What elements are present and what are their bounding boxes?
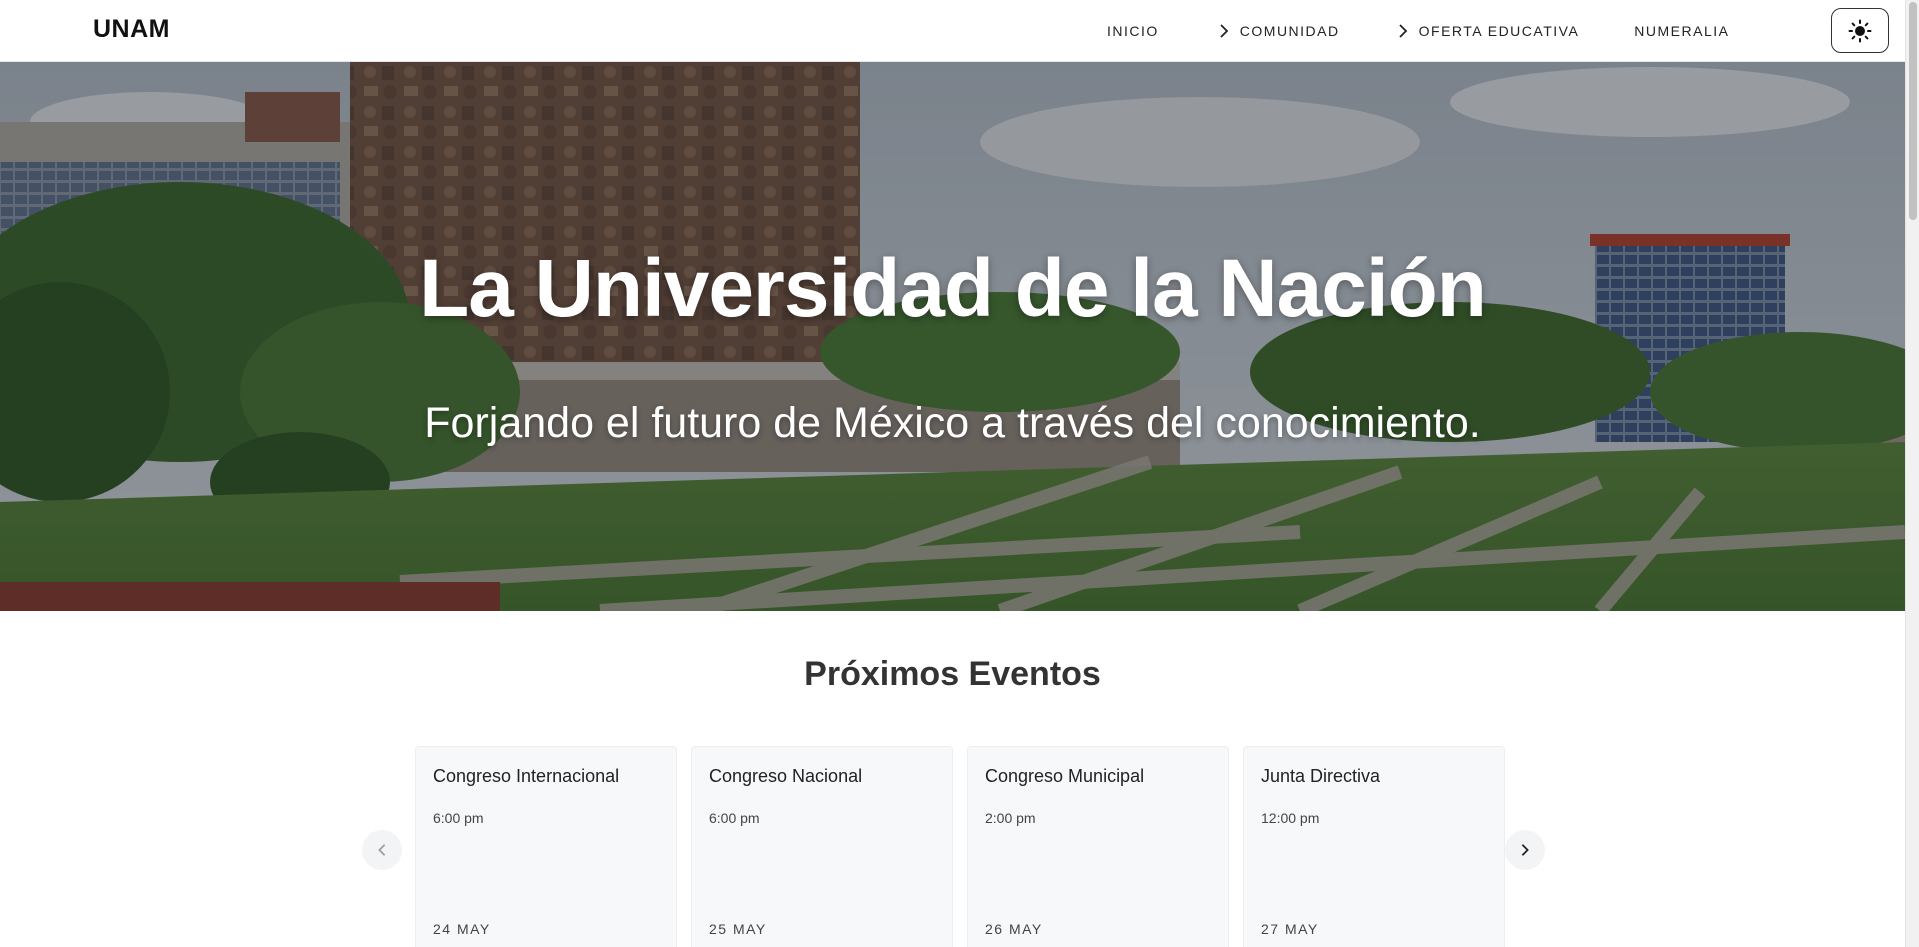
page-scrollbar[interactable]: [1905, 0, 1919, 947]
nav-item-label: OFERTA EDUCATIVA: [1418, 23, 1580, 39]
event-title: Congreso Nacional: [709, 766, 863, 786]
event-date: 25 MAY: [709, 921, 767, 937]
nav-item-numeralia[interactable]: NUMERALIA: [1634, 23, 1729, 39]
event-title: Junta Directiva: [1261, 766, 1381, 786]
event-card[interactable]: Junta Directiva 12:00 pm 27 MAY: [1243, 746, 1505, 947]
chevron-right-icon: [1521, 844, 1529, 856]
hero-title: La Universidad de la Nación: [419, 243, 1487, 334]
chevron-right-icon: [1220, 24, 1229, 38]
event-time: 12:00 pm: [1261, 810, 1320, 826]
nav-item-comunidad[interactable]: COMUNIDAD: [1216, 23, 1340, 39]
event-card[interactable]: Congreso Municipal 2:00 pm 26 MAY: [967, 746, 1229, 947]
hero-subtitle: Forjando el futuro de México a través de…: [424, 399, 1481, 447]
nav-item-label: COMUNIDAD: [1239, 23, 1340, 39]
carousel-next-button[interactable]: [1505, 830, 1545, 870]
chevron-left-icon: [378, 844, 386, 856]
event-date: 24 MAY: [433, 921, 491, 937]
nav-item-inicio[interactable]: INICIO: [1107, 23, 1159, 39]
event-card[interactable]: Congreso Nacional 6:00 pm 25 MAY: [691, 746, 953, 947]
event-time: 2:00 pm: [985, 810, 1036, 826]
sun-icon: [1848, 19, 1872, 42]
nav-item-label: NUMERALIA: [1634, 23, 1730, 39]
chevron-right-icon: [1398, 24, 1407, 38]
event-date: 27 MAY: [1261, 921, 1319, 937]
main-nav: INICIO COMUNIDAD OFERTA EDUCATIVA NUMERA…: [1100, 0, 1729, 62]
hero-overlay: [0, 62, 1905, 611]
site-header: UNAM INICIO COMUNIDAD OFERTA EDUCATIVA N…: [0, 0, 1905, 62]
event-time: 6:00 pm: [433, 810, 484, 826]
event-date: 26 MAY: [985, 921, 1043, 937]
event-title: Congreso Internacional: [433, 766, 620, 786]
theme-toggle-button[interactable]: [1831, 8, 1889, 53]
scrollbar-thumb[interactable]: [1909, 2, 1917, 220]
site-logo[interactable]: UNAM: [93, 15, 170, 44]
event-time: 6:00 pm: [709, 810, 760, 826]
nav-item-label: INICIO: [1107, 23, 1159, 39]
events-section-title: Próximos Eventos: [804, 655, 1101, 693]
event-title: Congreso Municipal: [985, 766, 1145, 786]
hero-banner: La Universidad de la Nación Forjando el …: [0, 62, 1905, 611]
carousel-prev-button[interactable]: [362, 830, 402, 870]
nav-item-oferta-educativa[interactable]: OFERTA EDUCATIVA: [1395, 23, 1580, 39]
events-carousel: Congreso Internacional 6:00 pm 24 MAY Co…: [415, 746, 1519, 947]
event-card[interactable]: Congreso Internacional 6:00 pm 24 MAY: [415, 746, 677, 947]
